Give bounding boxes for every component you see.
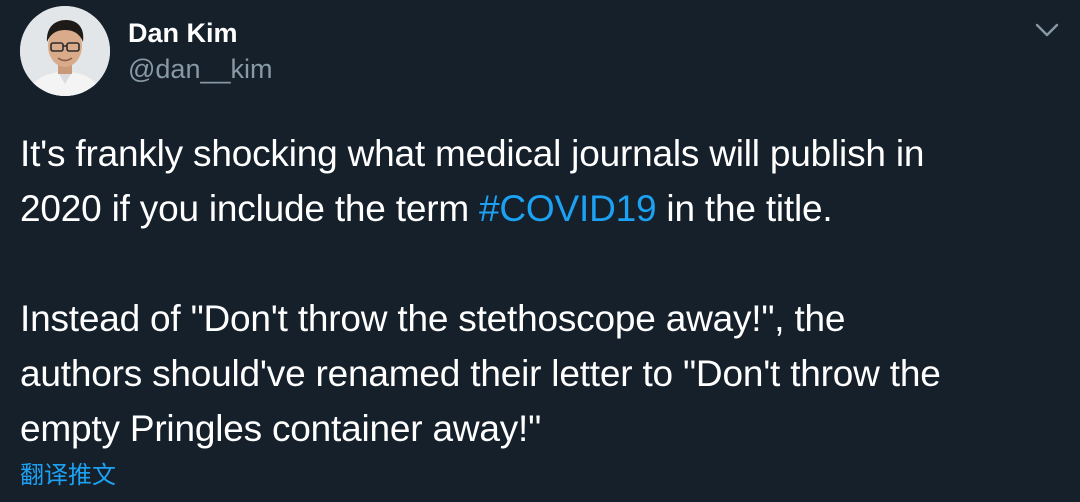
tweet-line: It's frankly shocking what medical journ… xyxy=(20,133,925,174)
tweet-text-fragment: 2020 if you include the term xyxy=(20,188,480,229)
tweet-text: It's frankly shocking what medical journ… xyxy=(20,126,1065,456)
tweet-line: Instead of "Don't throw the stethoscope … xyxy=(20,298,846,339)
avatar-photo xyxy=(20,6,110,96)
translate-tweet-link[interactable]: 翻译推文 xyxy=(20,460,116,492)
tweet-line: authors should've renamed their letter t… xyxy=(20,353,941,394)
hashtag-link[interactable]: #COVID19 xyxy=(479,188,657,229)
tweet-text-fragment: in the title. xyxy=(656,188,833,229)
author-handle[interactable]: @dan__kim xyxy=(128,52,272,86)
tweet-line: empty Pringles container away!" xyxy=(20,408,542,449)
tweet: Dan Kim @dan__kim It's frankly shocking … xyxy=(0,0,1080,502)
author-name[interactable]: Dan Kim xyxy=(128,16,238,50)
chevron-down-icon[interactable] xyxy=(1032,18,1062,42)
avatar[interactable] xyxy=(20,6,110,96)
tweet-line: 2020 if you include the term #COVID19 in… xyxy=(20,181,1065,236)
